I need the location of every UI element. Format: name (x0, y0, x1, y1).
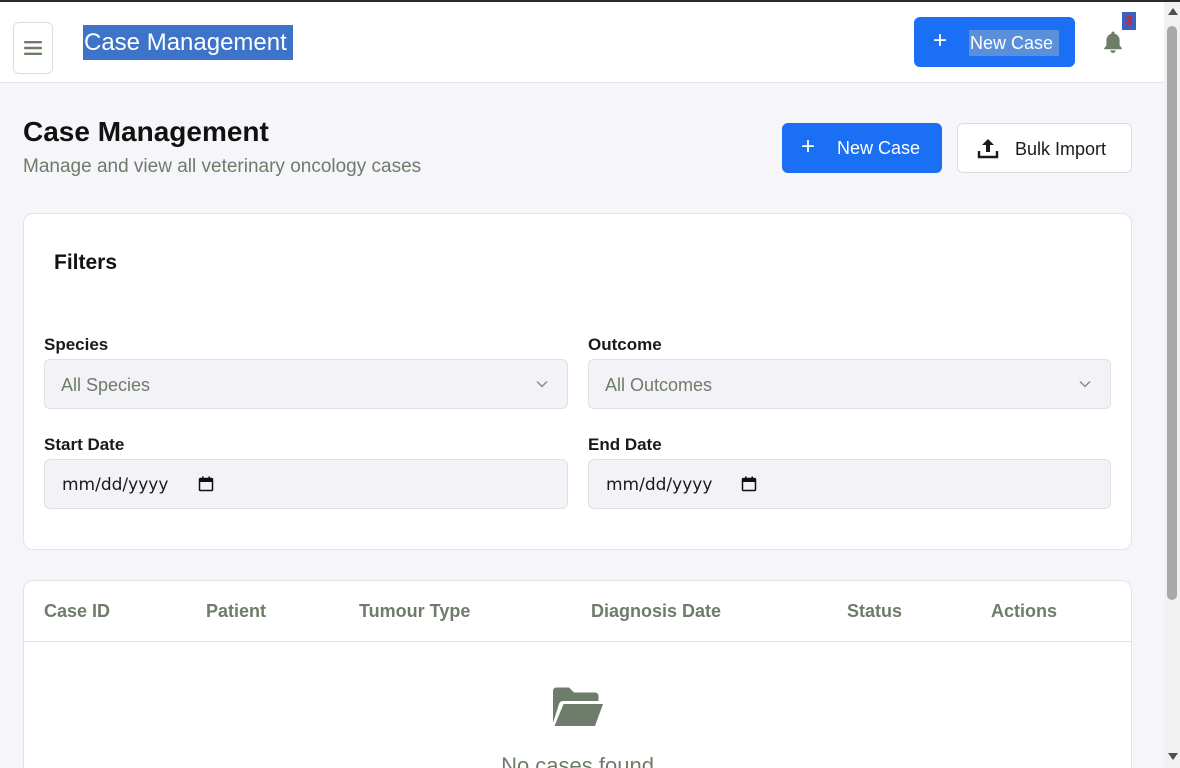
header-new-case-label: New Case (969, 30, 1060, 56)
end-date-input[interactable]: mm/dd/yyyy (588, 459, 1111, 509)
new-case-label: New Case (837, 138, 921, 158)
species-select[interactable]: All Species (44, 359, 568, 409)
column-header-actions[interactable]: Actions (991, 601, 1057, 622)
app-title: Case Management (83, 25, 293, 60)
plus-icon: + (933, 27, 948, 54)
column-header-tumour-type[interactable]: Tumour Type (359, 601, 470, 622)
end-date-label: End Date (588, 435, 662, 454)
folder-open-icon (553, 687, 603, 726)
start-date-value: mm/dd/yyyy (62, 475, 169, 495)
column-header-status[interactable]: Status (847, 601, 902, 622)
vertical-scrollbar[interactable] (1164, 2, 1180, 768)
notification-badge: 3 (1122, 12, 1136, 30)
bell-icon[interactable] (1102, 30, 1124, 54)
plus-icon: + (801, 133, 816, 160)
page-title: Case Management (23, 116, 269, 147)
header-new-case-button[interactable]: + New Case (914, 17, 1075, 67)
page-subtitle: Manage and view all veterinary oncology … (23, 156, 422, 177)
column-header-case-id[interactable]: Case ID (44, 601, 110, 622)
end-date-value: mm/dd/yyyy (606, 475, 713, 495)
start-date-input[interactable]: mm/dd/yyyy (44, 459, 568, 509)
calendar-icon[interactable] (741, 476, 757, 492)
species-label: Species (44, 335, 109, 354)
outcome-value: All Outcomes (605, 375, 713, 395)
column-header-patient[interactable]: Patient (206, 601, 266, 622)
scroll-down-arrow-icon[interactable] (1168, 753, 1178, 760)
column-header-diagnosis-date[interactable]: Diagnosis Date (591, 601, 721, 622)
chevron-down-icon (1079, 380, 1091, 388)
calendar-icon[interactable] (198, 476, 214, 492)
menu-button[interactable] (13, 22, 53, 74)
upload-icon (977, 139, 999, 159)
scroll-up-arrow-icon[interactable] (1168, 8, 1178, 15)
outcome-label: Outcome (588, 335, 662, 354)
scroll-thumb[interactable] (1167, 26, 1177, 600)
filters-title: Filters (54, 251, 118, 274)
bulk-import-button[interactable]: Bulk Import (957, 123, 1132, 173)
chevron-down-icon (536, 380, 548, 388)
empty-state-text: No cases found (501, 753, 654, 768)
table-header: Case ID Patient Tumour Type Diagnosis Da… (24, 581, 1131, 642)
filters-card: Filters Species All Species Outcome All … (23, 213, 1132, 550)
bulk-import-label: Bulk Import (1015, 139, 1107, 159)
cases-table: Case ID Patient Tumour Type Diagnosis Da… (23, 580, 1132, 768)
outcome-select[interactable]: All Outcomes (588, 359, 1111, 409)
species-value: All Species (61, 375, 151, 395)
hamburger-icon (24, 41, 42, 55)
start-date-label: Start Date (44, 435, 125, 454)
new-case-button[interactable]: + New Case (782, 123, 942, 173)
top-header: Case Management + New Case 3 (0, 2, 1164, 83)
